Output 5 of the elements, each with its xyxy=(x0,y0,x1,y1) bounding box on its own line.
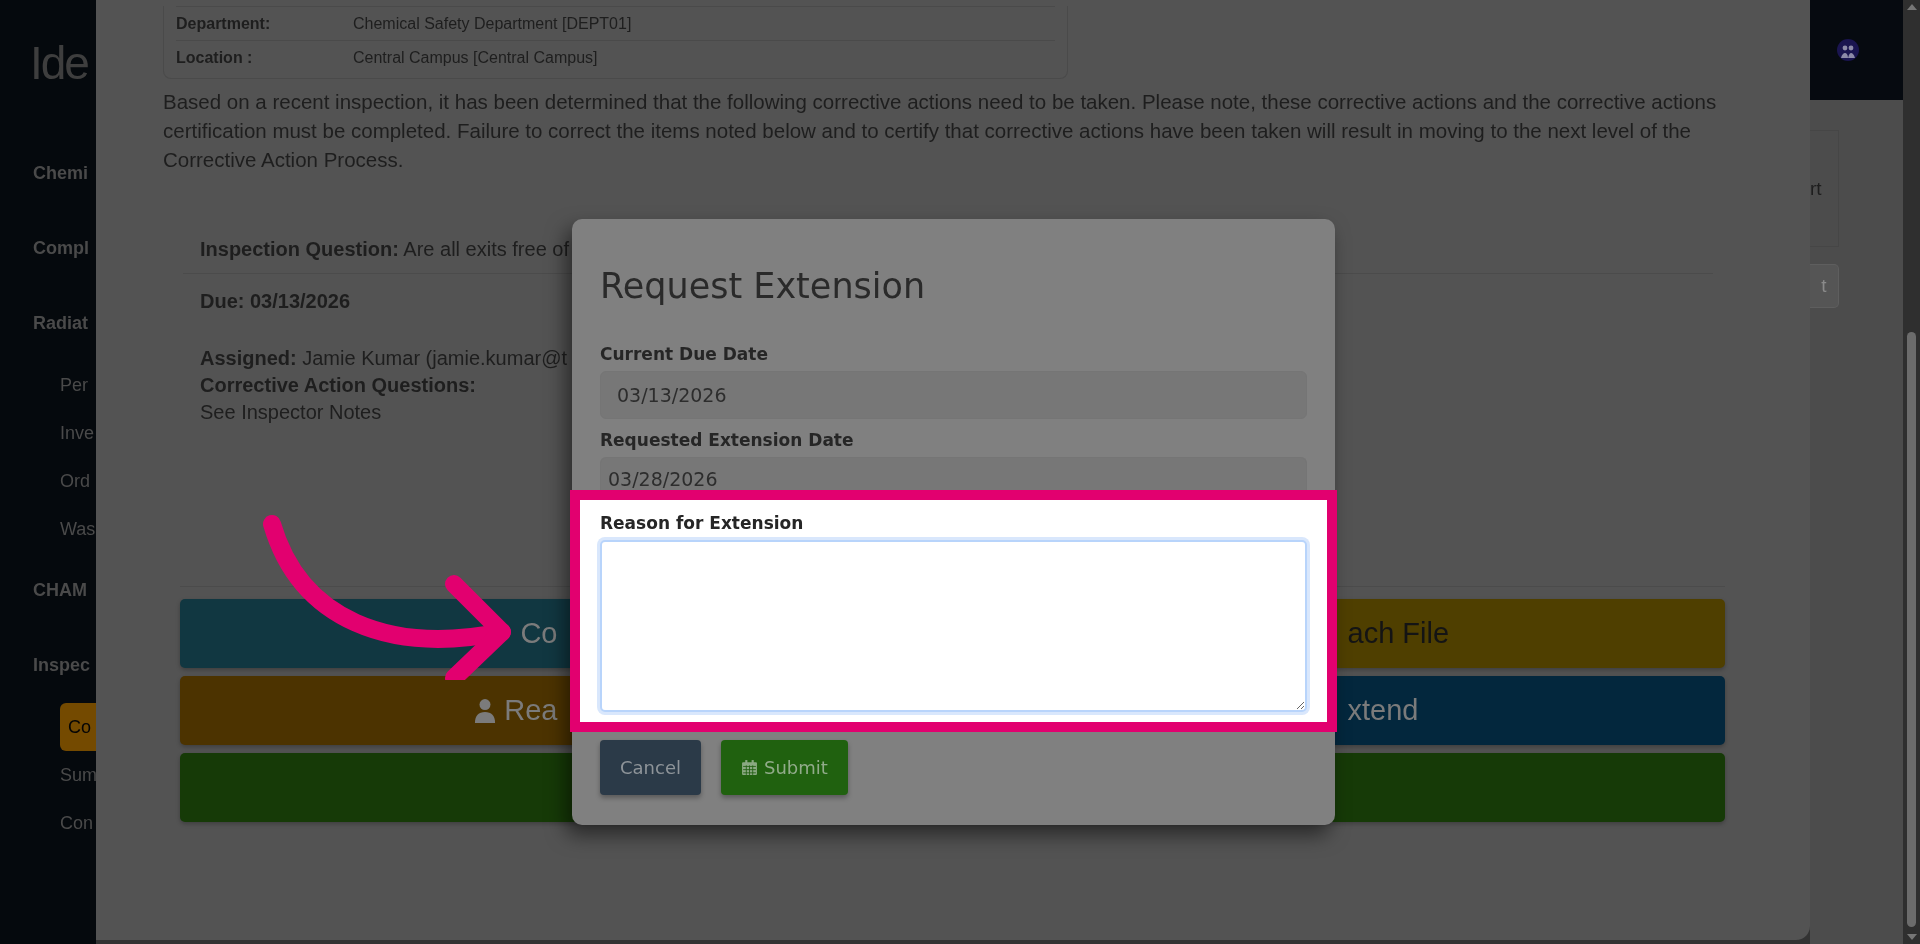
dialog-title: Request Extension xyxy=(600,265,927,307)
field-label: Reason for Extension xyxy=(600,512,805,534)
field-label: Requested Extension Date xyxy=(600,429,855,451)
logo-text: Ide xyxy=(29,36,89,91)
field-label: Current Due Date xyxy=(600,343,769,365)
